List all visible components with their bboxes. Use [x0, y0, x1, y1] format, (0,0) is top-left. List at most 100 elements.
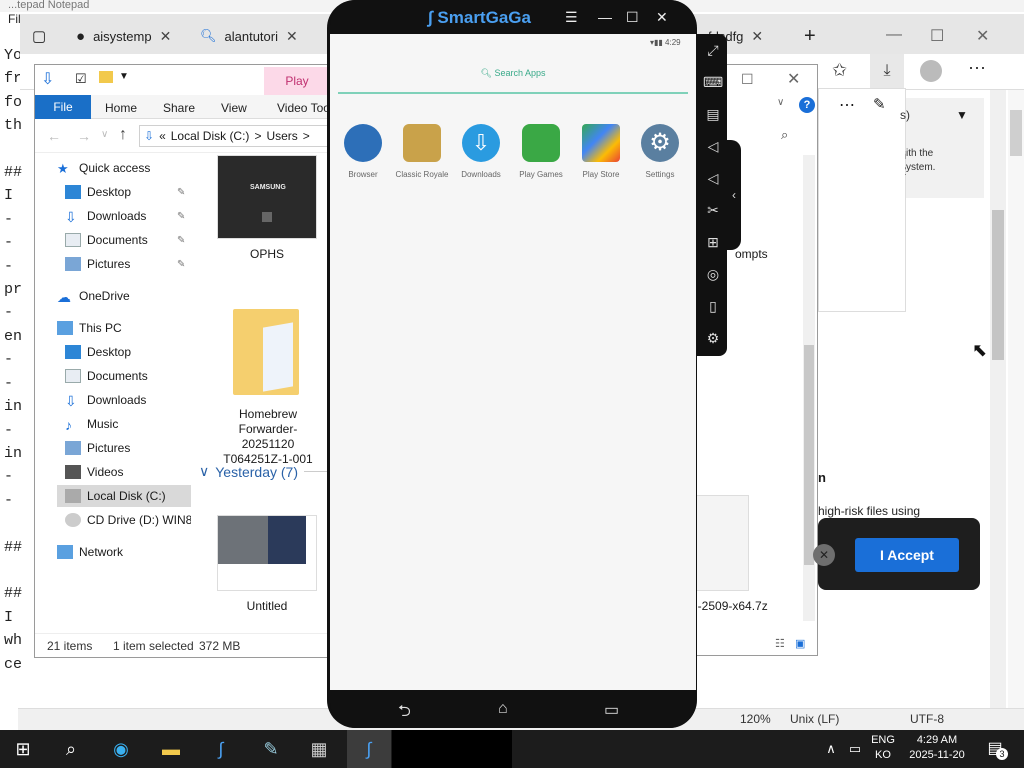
- nav-quick-access[interactable]: ★ Quick access: [57, 157, 215, 179]
- input-language[interactable]: ENG KO: [870, 733, 896, 763]
- address-drive[interactable]: Local Disk (C:): [171, 129, 250, 143]
- back-arrow-icon[interactable]: ←: [47, 128, 61, 144]
- large-icons-view-icon[interactable]: ▣: [795, 637, 805, 650]
- address-folder[interactable]: Users: [266, 129, 297, 143]
- close-icon[interactable]: ✕: [976, 26, 989, 46]
- minimize-icon[interactable]: —: [886, 26, 902, 44]
- recents-button-icon[interactable]: ▭: [604, 700, 619, 720]
- action-center-icon[interactable]: ▤ 3: [980, 736, 1010, 762]
- notepad-scrollbar[interactable]: [990, 90, 1006, 708]
- shake-icon[interactable]: ▯: [703, 296, 723, 316]
- app-downloads[interactable]: ⇩ Downloads: [451, 124, 511, 179]
- menu-icon[interactable]: ☰: [565, 9, 578, 26]
- fullscreen-icon[interactable]: ⤢: [703, 40, 723, 60]
- tab-alantutori[interactable]: 🔍︎ alantutori ✕: [200, 22, 298, 50]
- close-banner-icon[interactable]: ✕: [813, 544, 835, 566]
- file-name-untitled[interactable]: Untitled: [217, 599, 317, 613]
- tab-sidebar-toggle[interactable]: ▢: [32, 22, 46, 50]
- pin-icon[interactable]: ✎: [873, 95, 886, 113]
- archive-file-icon[interactable]: [695, 495, 749, 591]
- tab-share[interactable]: Share: [163, 101, 195, 115]
- dropdown-caret-icon[interactable]: ▼: [956, 108, 968, 122]
- up-arrow-icon[interactable]: ↑: [119, 126, 127, 144]
- apk-install-icon[interactable]: ▤: [703, 104, 723, 124]
- folder-icon[interactable]: [233, 309, 299, 395]
- close-icon[interactable]: ✕: [787, 69, 800, 89]
- properties-icon[interactable]: ☑: [75, 71, 87, 87]
- ribbon-play-tab[interactable]: Play: [264, 67, 330, 95]
- forward-arrow-icon[interactable]: →: [77, 128, 91, 144]
- edge-icon[interactable]: ◉: [106, 736, 136, 762]
- page-scroll-thumb[interactable]: [1010, 110, 1022, 156]
- tab-view[interactable]: View: [221, 101, 247, 115]
- new-tab-button[interactable]: +: [804, 22, 816, 50]
- file-name-archive[interactable]: n-2509-x64.7z: [691, 599, 768, 613]
- nav-pc-cd-drive[interactable]: CD Drive (D:) WIN8L: [65, 509, 191, 531]
- details-view-icon[interactable]: ☷: [775, 637, 785, 650]
- file-thumbnail-untitled[interactable]: [217, 515, 317, 591]
- network-icon[interactable]: ▭: [840, 736, 870, 762]
- address-chevron[interactable]: >: [303, 129, 310, 143]
- app-play-games[interactable]: Play Games: [511, 124, 571, 179]
- tab-home[interactable]: Home: [105, 101, 137, 115]
- chevron-down-icon[interactable]: ∨: [199, 463, 209, 480]
- tab-actions-icon[interactable]: ▢: [32, 27, 46, 45]
- qat-dropdown-icon[interactable]: ▼: [119, 71, 129, 82]
- home-button-icon[interactable]: ⌂: [498, 700, 508, 718]
- file-name-homebrew[interactable]: Homebrew Forwarder-20251120 T064251Z-1-0…: [213, 407, 323, 467]
- tab-video-tools[interactable]: Video Too: [277, 101, 330, 115]
- maximize-icon[interactable]: ☐: [741, 71, 754, 88]
- nav-pc-local-disk[interactable]: Local Disk (C:): [57, 485, 191, 507]
- more-options-icon[interactable]: ⋯: [968, 58, 986, 79]
- collapse-sidebar-icon[interactable]: ‹: [727, 140, 741, 250]
- file-thumbnail-ophs[interactable]: SAMSUNG: [217, 155, 317, 239]
- smartgaga-icon[interactable]: ∫: [206, 736, 236, 762]
- search-icon[interactable]: ⌕: [781, 127, 788, 143]
- maximize-icon[interactable]: ☐: [626, 9, 639, 26]
- app-browser[interactable]: Browser: [333, 124, 393, 179]
- maximize-icon[interactable]: ☐: [930, 26, 944, 46]
- volume-down-icon[interactable]: ◁: [703, 168, 723, 188]
- nav-onedrive[interactable]: ☁ OneDrive: [57, 285, 215, 307]
- notepad-scroll-thumb[interactable]: [992, 210, 1004, 360]
- group-header-yesterday[interactable]: ∨ Yesterday (7): [199, 463, 329, 480]
- keyboard-icon[interactable]: ⌨: [703, 72, 723, 92]
- clock[interactable]: 4:29 AM 2025-11-20: [902, 733, 972, 763]
- help-icon[interactable]: ?: [799, 97, 815, 113]
- flyout-more-icon[interactable]: ⋯: [839, 95, 855, 115]
- address-field[interactable]: ⇩ « Local Disk (C:) > Users >: [139, 125, 329, 147]
- search-icon[interactable]: ⌕: [56, 736, 86, 762]
- nav-this-pc[interactable]: This PC: [57, 317, 215, 339]
- folder-name-prompts[interactable]: ompts: [735, 247, 768, 261]
- smartgaga-active-icon[interactable]: ∫: [354, 736, 384, 762]
- expand-ribbon-icon[interactable]: ∨: [777, 97, 784, 108]
- tab-aisystemp[interactable]: ● aisystemp ✕: [76, 22, 171, 50]
- favorites-icon[interactable]: ✩: [832, 60, 847, 81]
- settings-icon[interactable]: ⚙: [703, 328, 723, 348]
- multi-instance-icon[interactable]: ⊞: [703, 232, 723, 252]
- app-settings[interactable]: ⚙ Settings: [630, 124, 690, 179]
- screenshot-icon[interactable]: ✂: [703, 200, 723, 220]
- app-play-store[interactable]: Play Store: [571, 124, 631, 179]
- download-arrow-icon[interactable]: ⇩: [41, 69, 54, 89]
- accept-cookies-button[interactable]: I Accept: [855, 538, 959, 572]
- nav-network[interactable]: Network: [57, 541, 215, 563]
- back-button-icon[interactable]: ⮌: [398, 700, 411, 727]
- notepad-text-area[interactable]: Yo fr fo th ## I - - - pr - en - - in - in - - ## ## Iwh ce: [4, 44, 26, 676]
- recent-dropdown-icon[interactable]: ∨: [101, 129, 108, 140]
- app-classic-royale[interactable]: Classic Royale: [392, 124, 452, 179]
- tab-file[interactable]: File: [35, 95, 91, 119]
- notepad-icon[interactable]: ✎: [256, 736, 286, 762]
- close-tab-icon[interactable]: ✕: [286, 28, 298, 45]
- close-tab-icon[interactable]: ✕: [751, 28, 763, 45]
- minimize-icon[interactable]: —: [598, 9, 612, 25]
- page-scrollbar[interactable]: [1008, 88, 1024, 708]
- control-panel-icon[interactable]: ▦: [304, 736, 334, 762]
- search-apps-field[interactable]: 🔍︎ Search Apps: [338, 66, 688, 94]
- close-icon[interactable]: ✕: [656, 9, 668, 26]
- new-folder-icon[interactable]: [99, 71, 113, 83]
- downloads-icon[interactable]: ⤓: [870, 54, 904, 88]
- start-button-icon[interactable]: ⊞: [8, 736, 38, 762]
- explorer2-scroll-thumb[interactable]: [804, 345, 814, 565]
- location-icon[interactable]: ◎: [703, 264, 723, 284]
